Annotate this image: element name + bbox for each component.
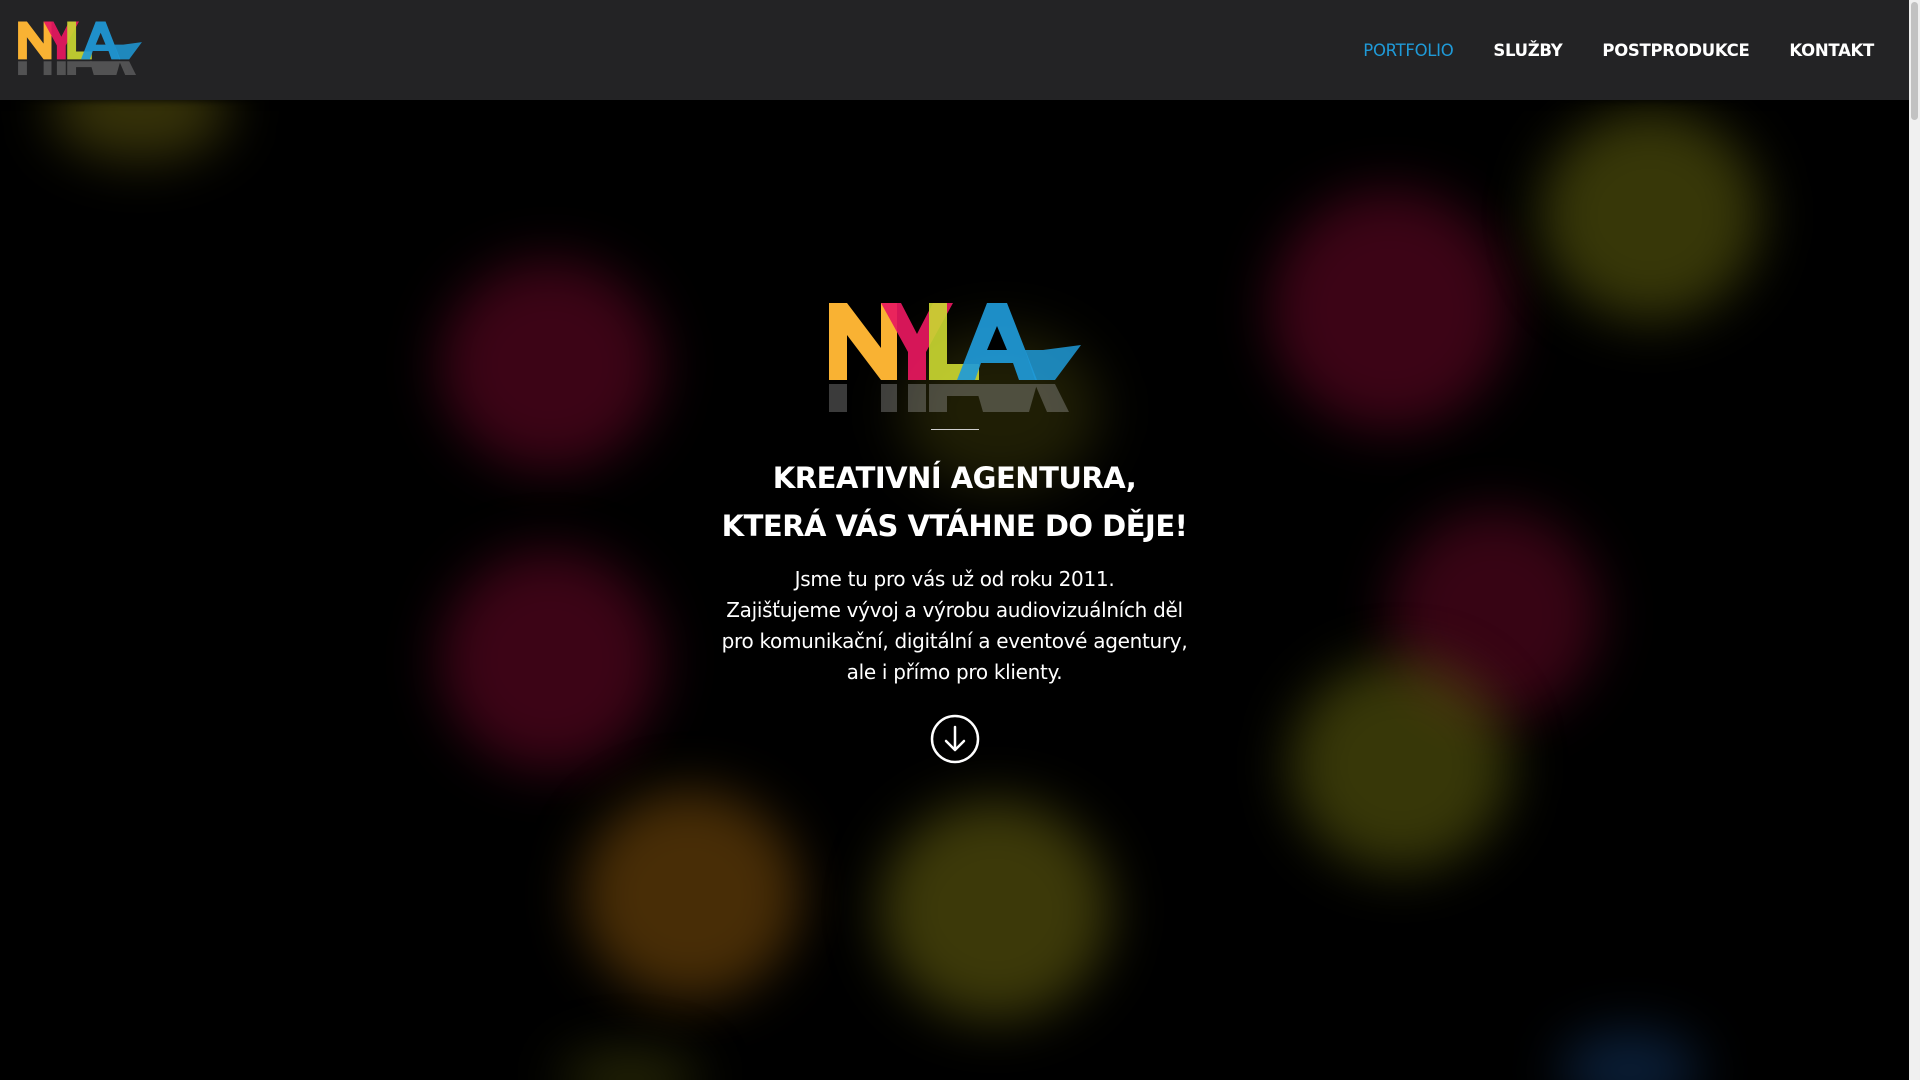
hero-text-line: ale i přímo pro klienty. xyxy=(846,660,1063,684)
bokeh-light xyxy=(560,1050,700,1080)
bokeh-light xyxy=(580,790,800,1000)
hero-description: Jsme tu pro vás už od roku 2011. Zajišťu… xyxy=(0,564,1909,688)
nyla-hero-logo xyxy=(828,303,1081,412)
hero-section: KREATIVNÍ AGENTURA, KTERÁ VÁS VTÁHNE DO … xyxy=(0,300,1909,764)
hero-text-line: Zajišťujeme vývoj a výrobu audiovizuální… xyxy=(726,598,1183,622)
hero-text-line: pro komunikační, digitální a eventové ag… xyxy=(721,629,1188,653)
scrollbar-thumb[interactable] xyxy=(1911,2,1918,120)
nav-portfolio[interactable]: PORTFOLIO xyxy=(1363,41,1453,60)
logo-reflection xyxy=(18,61,137,76)
main-nav: PORTFOLIO SLUŽBY POSTPRODUKCE KONTAKT xyxy=(1363,0,1874,100)
logo-letters xyxy=(18,21,142,60)
hero-title-line: KREATIVNÍ AGENTURA, xyxy=(772,461,1137,495)
hero-logo-reflection xyxy=(828,384,1069,412)
arrow-down-circle-icon[interactable] xyxy=(930,714,980,764)
hero-divider xyxy=(930,429,979,430)
scrollbar[interactable] xyxy=(1909,0,1920,1080)
bokeh-light xyxy=(1540,110,1760,320)
bokeh-light xyxy=(880,800,1110,1020)
nav-postprodukce[interactable]: POSTPRODUKCE xyxy=(1602,41,1749,60)
hero-title: KREATIVNÍ AGENTURA, KTERÁ VÁS VTÁHNE DO … xyxy=(0,454,1909,550)
site-header: PORTFOLIO SLUŽBY POSTPRODUKCE KONTAKT xyxy=(0,0,1909,100)
hero-logo-letters xyxy=(828,303,1081,380)
nav-sluzby[interactable]: SLUŽBY xyxy=(1493,41,1562,60)
hero-text-line: Jsme tu pro vás už od roku 2011. xyxy=(794,567,1115,591)
hero-title-line: KTERÁ VÁS VTÁHNE DO DĚJE! xyxy=(721,509,1188,543)
bokeh-light xyxy=(1560,1030,1700,1080)
page: PORTFOLIO SLUŽBY POSTPRODUKCE KONTAKT KR… xyxy=(0,0,1920,1080)
nav-kontakt[interactable]: KONTAKT xyxy=(1789,41,1874,60)
nyla-logo[interactable] xyxy=(18,20,142,78)
